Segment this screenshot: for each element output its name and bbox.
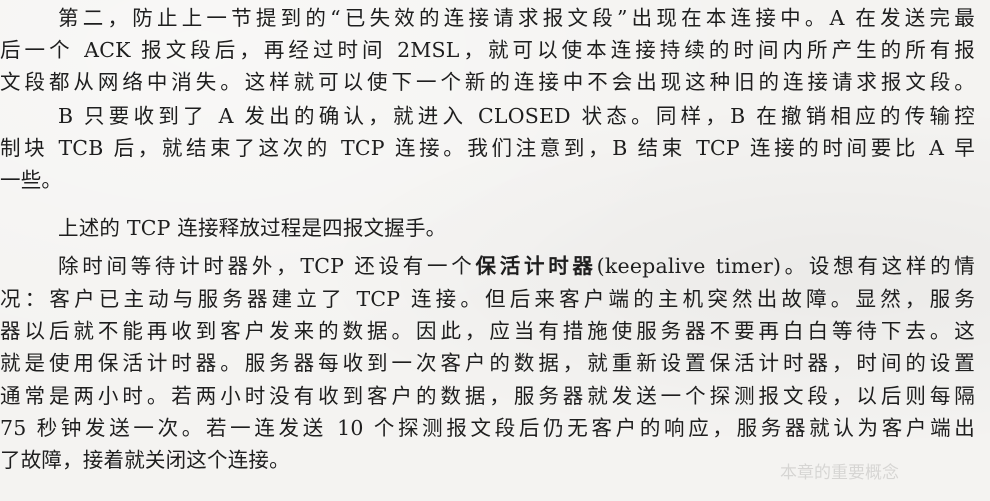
paragraph-2-line-3: 一些。 xyxy=(0,168,63,192)
paragraph-4-line-4: 就是使用保活计时器。服务器每收到一次客户的数据，就重新设置保活计时器，时间的设置 xyxy=(0,351,975,375)
paragraph-4-line-5: 通常是两小时。若两小时没有收到客户的数据，服务器就发送一个探测报文段，以后则每隔 xyxy=(0,384,975,408)
paragraph-4-line-1: 除时间等待计时器外，TCP 还设有一个保活计时器(keepalive timer… xyxy=(0,250,975,282)
paragraph-4-line-1-text-b: (keepalive timer)。设想有这样的情 xyxy=(596,254,975,278)
paragraph-1-line-3: 文段都从网络中消失。这样就可以使下一个新的连接中不会出现这种旧的连接请求报文段。 xyxy=(0,70,975,94)
paragraph-4-line-1-text-a: 除时间等待计时器外，TCP 还设有一个 xyxy=(58,254,476,278)
paragraph-2-line-2: 制块 TCB 后，就结束了这次的 TCP 连接。我们注意到，B 结束 TCP 连… xyxy=(0,136,975,160)
keepalive-timer-term: 保活计时器 xyxy=(475,254,597,278)
paragraph-4-line-7: 了故障，接着就关闭这个连接。 xyxy=(0,448,290,472)
paragraph-4-line-3: 器以后就不能再收到客户发来的数据。因此，应当有措施使服务器不要再白白等待下去。这 xyxy=(0,319,975,343)
book-page: 第二，防止上一节提到的“已失效的连接请求报文段”出现在本连接中。A 在发送完最 … xyxy=(0,0,990,501)
paragraph-2-line-1: B 只要收到了 A 发出的确认，就进入 CLOSED 状态。同样，B 在撤销相应… xyxy=(58,104,975,128)
paragraph-4-line-6: 75 秒钟发送一次。若一连发送 10 个探测报文段后仍无客户的响应，服务器就认为… xyxy=(0,416,975,440)
paragraph-1-line-1: 第二，防止上一节提到的“已失效的连接请求报文段”出现在本连接中。A 在发送完最 xyxy=(58,6,975,30)
paragraph-1-line-2: 后一个 ACK 报文段后，再经过时间 2MSL，就可以使本连接持续的时间内所产生… xyxy=(0,38,975,62)
paragraph-4-line-2: 况：客户已主动与服务器建立了 TCP 连接。但后来客户端的主机突然出故障。显然，… xyxy=(0,287,975,311)
bleed-through-text: 本章的重要概念 xyxy=(780,463,899,483)
paragraph-3-line-1: 上述的 TCP 连接释放过程是四报文握手。 xyxy=(58,216,447,240)
